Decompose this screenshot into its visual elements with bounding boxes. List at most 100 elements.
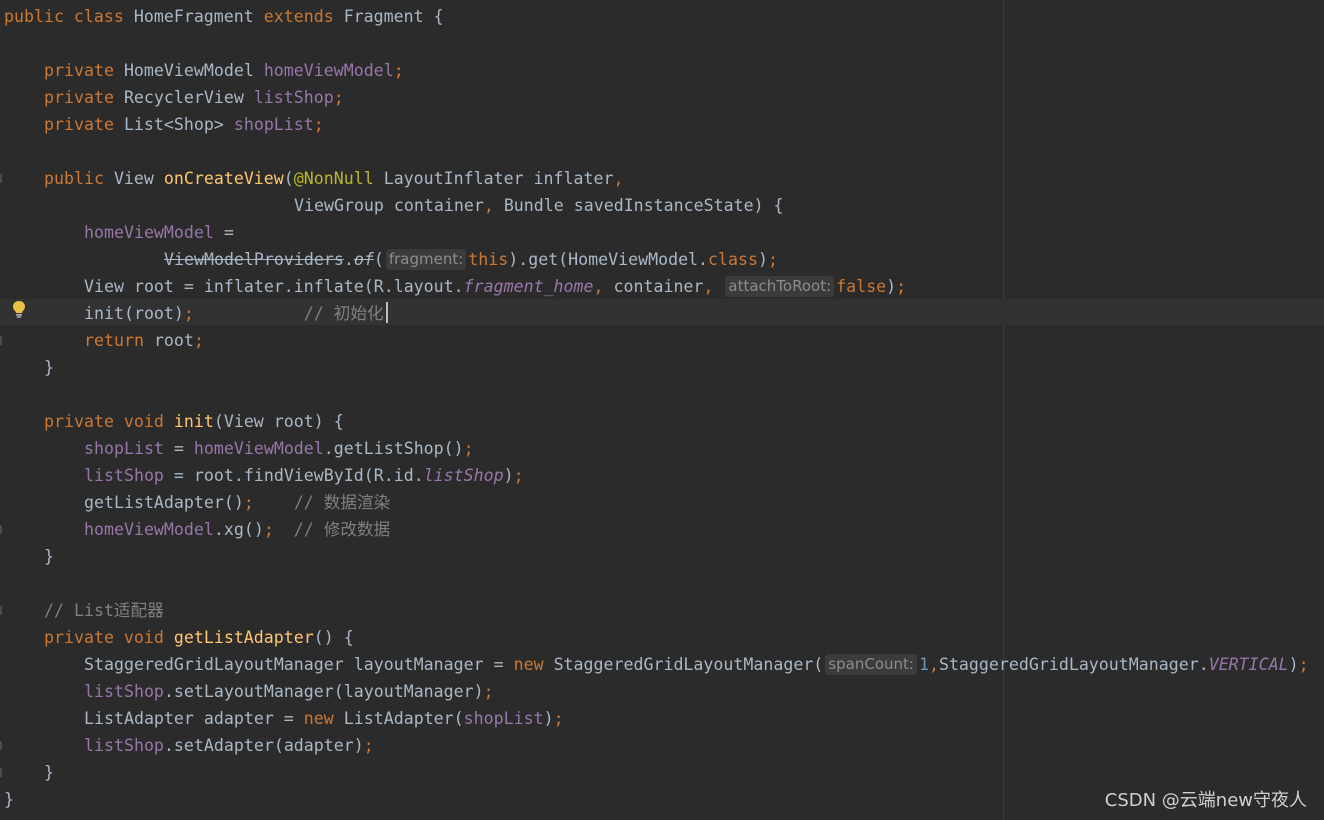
code-line[interactable]: homeViewModel = (84, 219, 234, 246)
right-margin-guide (1003, 0, 1004, 820)
field-token: shopList (84, 439, 174, 458)
keyword-token: ; (553, 709, 564, 728)
keyword-token: , (483, 196, 504, 215)
code-token: HomeViewModel (123, 61, 264, 80)
code-line[interactable]: public View onCreateView(@NonNull Layout… (44, 165, 623, 192)
code-line[interactable]: public class HomeFragment extends Fragme… (4, 3, 444, 30)
fold-marker[interactable] (0, 606, 2, 615)
code-token: ) (886, 277, 897, 296)
method-token: getListAdapter (173, 628, 314, 647)
keyword-token: , (928, 655, 939, 674)
method-token: init (173, 412, 214, 431)
code-line[interactable]: private void getListAdapter() { (44, 624, 354, 651)
code-line[interactable]: ViewModelProviders.of(fragment: this).get… (164, 246, 778, 273)
code-token: .setLayoutManager(layoutManager) (163, 682, 484, 701)
field-token: VERTICAL (1208, 655, 1289, 674)
parameter-hint: fragment: (385, 249, 467, 270)
annotation-token: @NonNull (293, 169, 384, 188)
parameter-hint: spanCount: (825, 654, 917, 675)
code-line[interactable]: ViewGroup container, Bundle savedInstanc… (294, 192, 784, 219)
code-line[interactable]: ListAdapter adapter = new ListAdapter(sh… (84, 705, 564, 732)
keyword-token: ; (263, 520, 274, 539)
code-token: = (223, 223, 234, 242)
code-token: Bundle savedInstanceState) { (503, 196, 784, 215)
code-token: ) (758, 250, 768, 269)
code-token: (View root) { (213, 412, 344, 431)
keyword-token: this (468, 250, 509, 269)
code-token: StaggeredGridLayoutManager( (553, 655, 824, 674)
code-line[interactable]: // List适配器 (44, 597, 164, 624)
comment: // 数据渲染 (253, 493, 391, 512)
lightbulb-icon[interactable] (12, 300, 26, 318)
code-line[interactable]: } (4, 786, 14, 813)
field-token: listShop (423, 466, 504, 485)
comment: // 修改数据 (273, 520, 391, 539)
keyword-token: ; (463, 439, 474, 458)
code-token: .setAdapter(adapter) (163, 736, 364, 755)
code-line[interactable]: private void init(View root) { (44, 408, 344, 435)
keyword-token: public class (4, 7, 134, 26)
keyword-token: ; (1298, 655, 1309, 674)
code-token: LayoutInflater inflater (383, 169, 614, 188)
keyword-token: ; (513, 466, 524, 485)
code-token: () { (313, 628, 354, 647)
keyword-token: new (513, 655, 554, 674)
code-token: = (173, 439, 194, 458)
code-token: getListAdapter() (84, 493, 244, 512)
fold-marker[interactable] (0, 768, 2, 777)
code-token: } (44, 547, 54, 566)
code-token: ( (373, 250, 384, 269)
code-line[interactable]: getListAdapter(); // 数据渲染 (84, 489, 390, 516)
code-token: Fragment { (343, 7, 444, 26)
deprecated-token: of (353, 250, 374, 269)
field-token: homeViewModel (84, 520, 214, 539)
text-cursor (386, 302, 388, 323)
code-line[interactable]: private List<Shop> shopList; (44, 111, 324, 138)
keyword-token: ; (768, 250, 778, 269)
code-line[interactable]: listShop.setAdapter(adapter); (84, 732, 374, 759)
keyword-token: ; (183, 304, 194, 323)
field-token: homeViewModel (84, 223, 224, 242)
keyword-token: ; (483, 682, 494, 701)
code-line[interactable]: init(root); // 初始化 (84, 300, 384, 327)
fold-marker[interactable] (0, 336, 2, 345)
code-line[interactable]: shopList = homeViewModel.getListShop(); (84, 435, 474, 462)
code-line[interactable]: private HomeViewModel homeViewModel; (44, 57, 404, 84)
code-token: ListAdapter adapter = (84, 709, 304, 728)
code-line[interactable]: } (44, 354, 54, 381)
code-line[interactable]: listShop.setLayoutManager(layoutManager)… (84, 678, 494, 705)
fold-marker[interactable] (0, 525, 2, 534)
code-editor[interactable]: public class HomeFragment extends Fragme… (0, 0, 1324, 820)
code-token: ) (543, 709, 554, 728)
code-line[interactable]: private RecyclerView listShop; (44, 84, 344, 111)
code-token: List<Shop> (123, 115, 234, 134)
code-line[interactable]: } (44, 543, 54, 570)
code-token: container (613, 277, 704, 296)
keyword-token: extends (263, 7, 344, 26)
fold-marker[interactable] (0, 741, 2, 750)
code-line[interactable]: } (44, 759, 54, 786)
keyword-token: public (44, 169, 114, 188)
code-token: HomeFragment (133, 7, 264, 26)
code-token: .getListShop() (323, 439, 464, 458)
field-token: shopList (463, 709, 544, 728)
watermark: CSDN @云端new守夜人 (1104, 790, 1307, 811)
code-line[interactable]: return root; (84, 327, 204, 354)
code-token: ( (283, 169, 294, 188)
code-line[interactable]: listShop = root.findViewById(R.id.listSh… (84, 462, 524, 489)
keyword-token: private (44, 88, 124, 107)
code-token: } (4, 790, 14, 809)
keyword-token: ; (363, 736, 374, 755)
field-token: listShop (84, 736, 164, 755)
keyword-token: ; (333, 88, 344, 107)
code-line[interactable]: StaggeredGridLayoutManager layoutManager… (84, 651, 1309, 678)
keyword-token: ; (313, 115, 324, 134)
code-line[interactable]: View root = inflater.inflate(R.layout.fr… (84, 273, 906, 300)
code-token: RecyclerView (123, 88, 254, 107)
code-token: init(root) (84, 304, 184, 323)
keyword-token: ; (393, 61, 404, 80)
code-line[interactable]: homeViewModel.xg(); // 修改数据 (84, 516, 390, 543)
fold-marker[interactable] (0, 174, 2, 183)
keyword-token: return (84, 331, 154, 350)
code-token: View root = inflater.inflate(R.layout. (84, 277, 464, 296)
